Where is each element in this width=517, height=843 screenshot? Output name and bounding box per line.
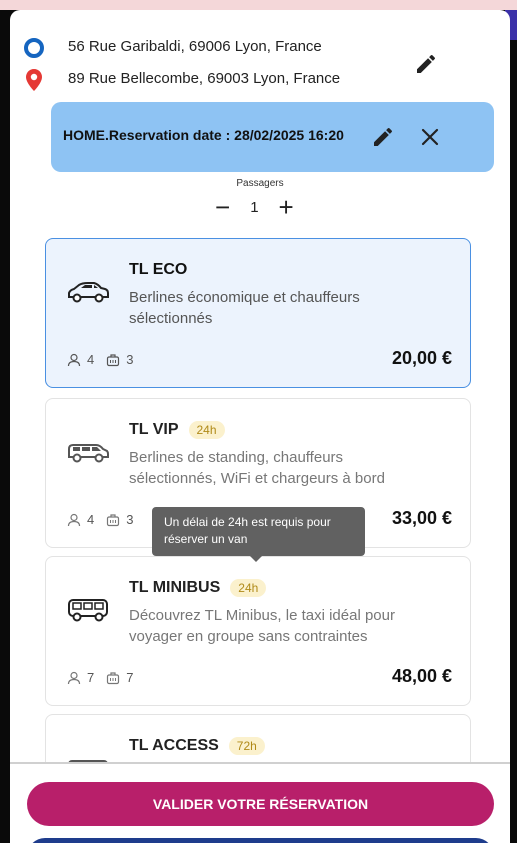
luggage-count: 3 bbox=[126, 352, 134, 367]
luggage-icon bbox=[107, 513, 120, 526]
minibus-icon bbox=[68, 599, 108, 622]
vehicle-description: Découvrez TL Minibus, le taxi idéal pour… bbox=[129, 607, 395, 645]
origin-address: 56 Rue Garibaldi, 69006 Lyon, France bbox=[68, 38, 322, 55]
luggage-count: 7 bbox=[126, 670, 134, 685]
origin-address-row[interactable]: 56 Rue Garibaldi, 69006 Lyon, France bbox=[24, 38, 322, 58]
vehicle-capacity: 4 3 bbox=[67, 512, 133, 527]
vehicle-price: 20,00 € bbox=[391, 348, 452, 368]
decrement-passengers-button[interactable]: − bbox=[215, 194, 230, 220]
vehicle-title: TL ACCESS 72h bbox=[129, 737, 265, 755]
passenger-stepper: − 1 + bbox=[215, 194, 294, 220]
vehicle-description: Berlines de standing, chauffeurs sélecti… bbox=[129, 449, 385, 487]
lead-time-badge: 72h bbox=[228, 737, 265, 755]
lead-time-tooltip: Un délai de 24h est requis pour réserver… bbox=[152, 507, 365, 562]
person-icon bbox=[67, 513, 81, 526]
vehicle-description: Berlines économique et chauffeurs sélect… bbox=[129, 289, 360, 327]
booking-sheet: 56 Rue Garibaldi, 69006 Lyon, France 89 … bbox=[10, 10, 510, 770]
footer-actions: VALIDER VOTRE RÉSERVATION bbox=[10, 762, 510, 843]
vehicle-price: 33,00 € bbox=[391, 508, 452, 528]
lead-time-badge: 24h bbox=[230, 579, 267, 597]
vehicle-capacity: 4 3 bbox=[67, 352, 133, 367]
vehicle-name: TL ACCESS bbox=[129, 737, 219, 754]
edit-date-icon[interactable] bbox=[371, 125, 395, 149]
lead-time-badge: 24h bbox=[188, 421, 225, 439]
vehicle-price: 48,00 € bbox=[391, 666, 452, 686]
car-icon bbox=[68, 282, 109, 303]
vehicle-name: TL ECO bbox=[129, 261, 188, 278]
reservation-date-banner: HOME.Reservation date : 28/02/2025 16:20 bbox=[51, 102, 494, 172]
origin-circle-icon bbox=[24, 38, 44, 58]
vehicle-title: TL VIP 24h bbox=[129, 421, 225, 439]
reservation-date-text: HOME.Reservation date : 28/02/2025 16:20 bbox=[63, 127, 344, 143]
luggage-icon bbox=[107, 671, 120, 684]
vehicle-title: TL MINIBUS 24h bbox=[129, 579, 267, 597]
vehicle-name: TL MINIBUS bbox=[129, 579, 221, 596]
close-icon[interactable] bbox=[421, 128, 439, 146]
suv-icon bbox=[68, 444, 109, 463]
passenger-count: 1 bbox=[250, 198, 259, 216]
vehicle-option-minibus[interactable]: TL MINIBUS 24h Découvrez TL Minibus, le … bbox=[45, 556, 471, 706]
location-pin-icon bbox=[26, 69, 42, 91]
destination-address-row[interactable]: 89 Rue Bellecombe, 69003 Lyon, France bbox=[26, 69, 341, 91]
seat-count: 7 bbox=[87, 670, 95, 685]
seat-count: 4 bbox=[87, 352, 95, 367]
seat-count: 4 bbox=[87, 512, 95, 527]
luggage-count: 3 bbox=[126, 512, 134, 527]
person-icon bbox=[67, 353, 81, 366]
validate-reservation-button[interactable]: VALIDER VOTRE RÉSERVATION bbox=[27, 782, 494, 826]
vehicle-option-eco[interactable]: TL ECO Berlines économique et chauffeurs… bbox=[45, 238, 471, 388]
increment-passengers-button[interactable]: + bbox=[279, 194, 294, 220]
destination-address: 89 Rue Bellecombe, 69003 Lyon, France bbox=[68, 70, 341, 87]
vehicle-name: TL VIP bbox=[129, 421, 179, 438]
passengers-label: Passagers bbox=[236, 178, 284, 189]
vehicle-capacity: 7 7 bbox=[67, 670, 133, 685]
person-icon bbox=[67, 671, 81, 684]
top-strip bbox=[0, 0, 517, 10]
luggage-icon bbox=[107, 353, 120, 366]
vehicle-title: TL ECO bbox=[129, 261, 187, 279]
edit-addresses-icon[interactable] bbox=[414, 52, 438, 76]
secondary-action-button[interactable] bbox=[27, 838, 494, 843]
